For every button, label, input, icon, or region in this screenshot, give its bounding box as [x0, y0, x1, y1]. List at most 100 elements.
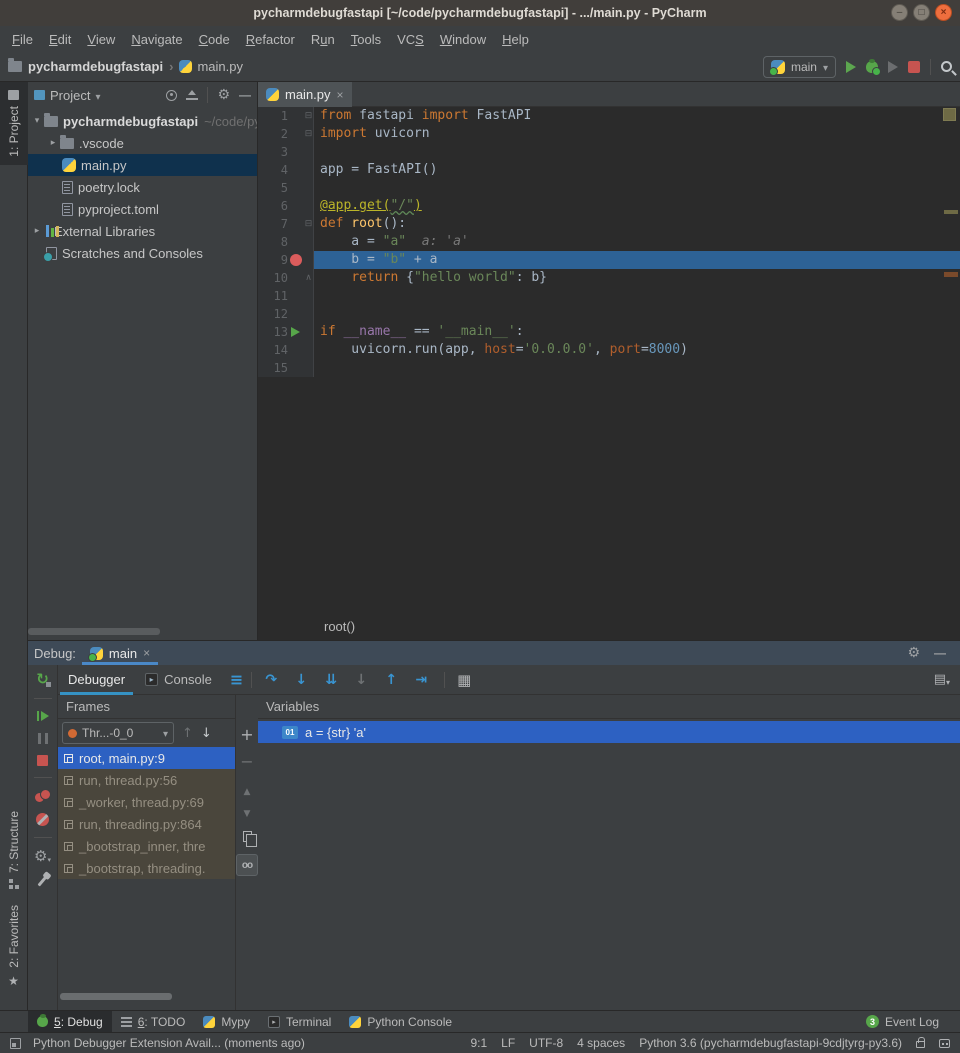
gutter-icon-slot[interactable] [288, 197, 304, 215]
move-watch-down-icon[interactable]: ▼ [244, 809, 251, 819]
code-text[interactable]: a = "a" a: 'a' [314, 233, 960, 251]
fold-marker[interactable] [304, 233, 314, 251]
code-line[interactable]: 5 [258, 179, 960, 197]
code-line[interactable]: 4 app = FastAPI() [258, 161, 960, 179]
restore-layout-icon[interactable]: ▤ [934, 672, 950, 687]
line-number[interactable]: 6 [258, 197, 288, 215]
tree-row[interactable]: ▸ .vscode [28, 132, 257, 154]
close-tab-icon[interactable]: × [337, 88, 344, 102]
breadcrumb-project[interactable]: pycharmdebugfastapi [28, 59, 179, 74]
line-number[interactable]: 14 [258, 341, 288, 359]
fold-marker[interactable] [304, 143, 314, 161]
menu-item[interactable]: Refactor [238, 32, 303, 47]
code-text[interactable] [314, 179, 960, 197]
code-text[interactable]: app = FastAPI() [314, 161, 960, 179]
code-text[interactable]: if __name__ == '__main__': [314, 323, 960, 341]
gutter-icon-slot[interactable] [288, 323, 304, 341]
code-line[interactable]: 3 [258, 143, 960, 161]
menu-item[interactable]: Run [303, 32, 343, 47]
tree-expand-arrow[interactable]: ▸ [30, 226, 44, 236]
line-number[interactable]: 15 [258, 359, 288, 377]
project-hscrollbar[interactable] [28, 628, 188, 635]
code-text[interactable] [314, 143, 960, 161]
event-log-tab[interactable]: 3 Event Log [857, 1011, 948, 1033]
gutter-icon-slot[interactable] [288, 305, 304, 323]
fold-marker[interactable] [304, 179, 314, 197]
run-config-dropdown[interactable]: main [763, 56, 836, 78]
code-line[interactable]: 11 [258, 287, 960, 305]
hide-panel-icon[interactable]: — [934, 646, 946, 660]
tree-row[interactable]: ▾ pycharmdebugfastapi ~/code/pycharmdebu… [28, 110, 257, 132]
debug-session-tab[interactable]: main × [82, 641, 158, 665]
code-text[interactable]: def root(): [314, 215, 960, 233]
menu-item[interactable]: Navigate [123, 32, 190, 47]
close-session-icon[interactable]: × [143, 646, 150, 660]
breakpoint-stripe-mark[interactable] [944, 272, 958, 277]
status-widget[interactable]: LF [501, 1036, 515, 1050]
minimize-button[interactable]: – [891, 4, 908, 21]
code-line[interactable]: 9 b = "b" + a [258, 251, 960, 269]
stop-button[interactable] [908, 61, 920, 73]
code-text[interactable]: uvicorn.run(app, host='0.0.0.0', port=80… [314, 341, 960, 359]
tree-row[interactable]: Scratches and Consoles [28, 242, 257, 264]
fold-marker[interactable] [304, 359, 314, 377]
stack-frame-row[interactable]: _bootstrap_inner, thre [58, 835, 235, 857]
next-frame-icon[interactable]: ↓ [201, 726, 212, 741]
code-text[interactable]: from fastapi import FastAPI [314, 107, 960, 125]
line-number[interactable]: 9 [258, 251, 288, 269]
locate-file-icon[interactable] [166, 90, 177, 101]
inspection-indicator[interactable] [943, 108, 956, 121]
debug-settings-icon[interactable]: ⚙ [34, 849, 51, 864]
menu-item[interactable]: VCS [389, 32, 432, 47]
status-widget[interactable]: 4 spaces [577, 1036, 625, 1050]
gutter-icon-slot[interactable] [288, 287, 304, 305]
code-line[interactable]: 14 uvicorn.run(app, host='0.0.0.0', port… [258, 341, 960, 359]
step-into-my-code-icon[interactable]: ⇊ [320, 672, 342, 688]
warning-stripe-mark[interactable] [944, 210, 958, 214]
stack-frame-row[interactable]: root, main.py:9 [58, 747, 235, 769]
tree-row[interactable]: main.py [28, 154, 257, 176]
duplicate-watch-icon[interactable] [243, 831, 252, 842]
breadcrumb-function[interactable]: root() [258, 619, 355, 634]
code-text[interactable] [314, 287, 960, 305]
coverage-button[interactable] [888, 61, 898, 73]
fold-marker[interactable] [304, 161, 314, 179]
fold-marker[interactable] [304, 287, 314, 305]
pause-program-icon[interactable] [38, 733, 48, 744]
line-number[interactable]: 13 [258, 323, 288, 341]
code-editor[interactable]: 1 from fastapi import FastAPI 2 import u… [258, 107, 960, 377]
code-text[interactable] [314, 305, 960, 323]
code-line[interactable]: 6 @app.get("/") [258, 197, 960, 215]
tree-row[interactable]: poetry.lock [28, 176, 257, 198]
line-number[interactable]: 1 [258, 107, 288, 125]
stop-icon[interactable] [37, 755, 48, 766]
code-line[interactable]: 1 from fastapi import FastAPI [258, 107, 960, 125]
line-number[interactable]: 12 [258, 305, 288, 323]
gutter-icon-slot[interactable] [288, 251, 304, 269]
fold-marker[interactable] [304, 107, 314, 125]
close-button[interactable]: × [935, 4, 952, 21]
gutter-icon-slot[interactable] [288, 125, 304, 143]
stack-frame-row[interactable]: run, threading.py:864 [58, 813, 235, 835]
menu-item[interactable]: Window [432, 32, 494, 47]
hide-panel-icon[interactable]: — [239, 88, 251, 102]
tree-row[interactable]: pyproject.toml [28, 198, 257, 220]
code-text[interactable]: import uvicorn [314, 125, 960, 143]
editor-tab-main-py[interactable]: main.py × [258, 82, 352, 107]
fold-marker[interactable] [304, 215, 314, 233]
breakpoint-icon[interactable] [290, 254, 302, 266]
gutter-icon-slot[interactable] [288, 107, 304, 125]
lock-icon[interactable] [916, 1041, 925, 1048]
step-over-icon[interactable]: ↷ [260, 672, 282, 688]
debug-button[interactable] [866, 61, 878, 73]
fold-marker[interactable] [304, 323, 314, 341]
tree-row[interactable]: ▸ External Libraries [28, 220, 257, 242]
tab-debugger[interactable]: Debugger [58, 665, 135, 695]
gutter-icon-slot[interactable] [288, 269, 304, 287]
code-line[interactable]: 12 [258, 305, 960, 323]
menu-item[interactable]: Help [494, 32, 537, 47]
line-number[interactable]: 2 [258, 125, 288, 143]
bottom-tool-tab[interactable]: 5: Debug [28, 1011, 112, 1033]
fold-marker[interactable] [304, 305, 314, 323]
run-to-cursor-icon[interactable]: ⇥ [410, 672, 432, 688]
